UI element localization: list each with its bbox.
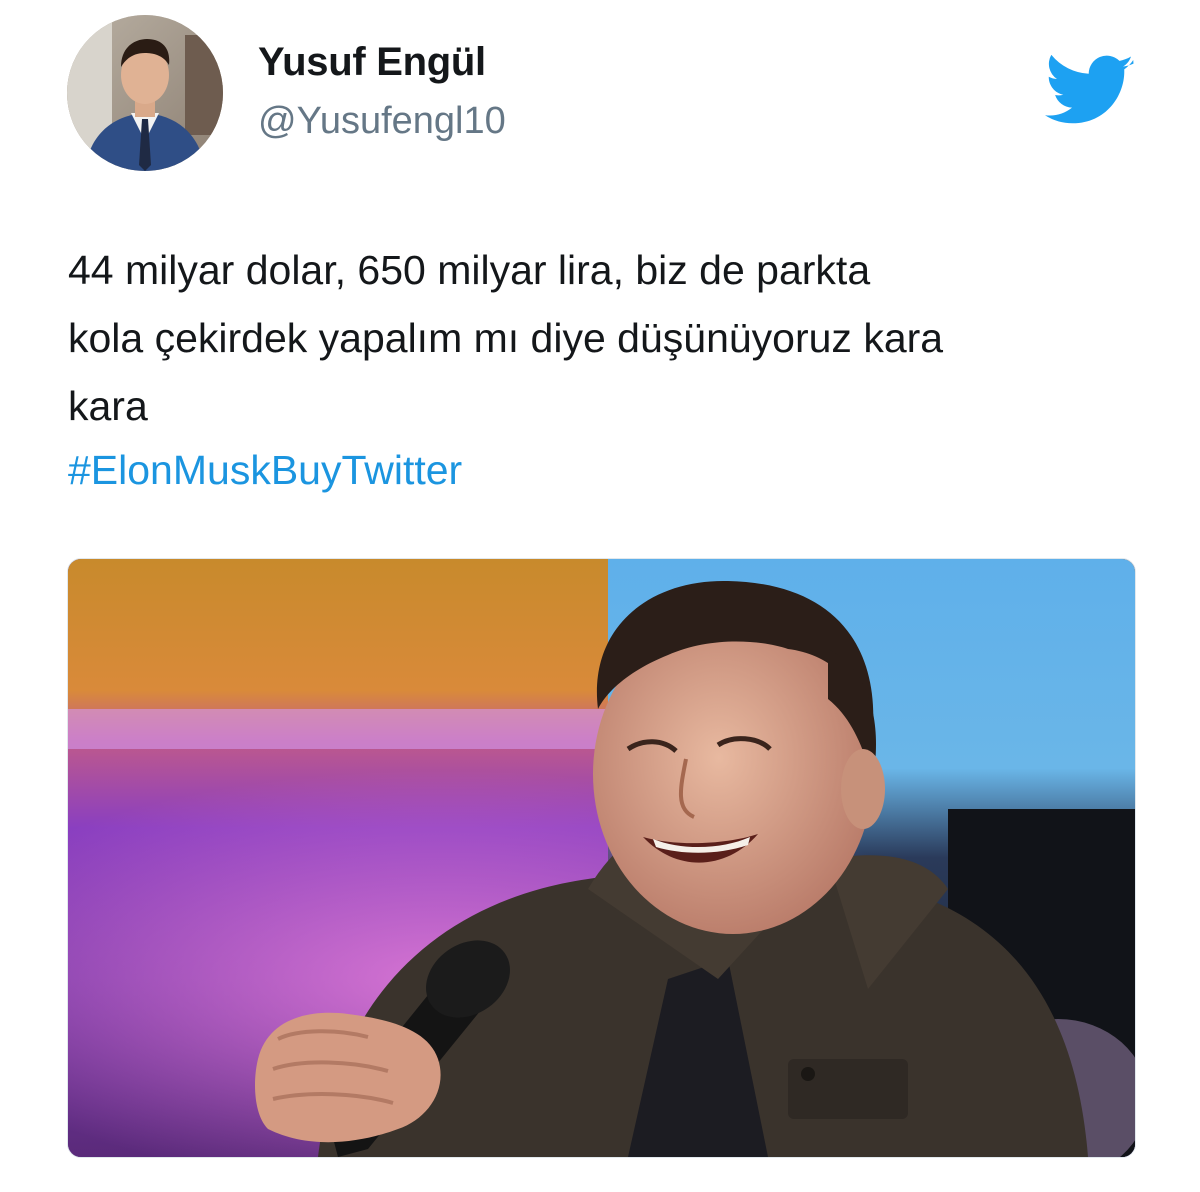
tweet-media-photo[interactable] bbox=[67, 558, 1136, 1158]
tweet-text-line: kara bbox=[68, 383, 148, 429]
tweet-card: Yusuf Engül @Yusufengl10 44 milyar dolar… bbox=[0, 0, 1200, 1192]
man-with-microphone-photo bbox=[68, 559, 1135, 1157]
tweet-text: 44 milyar dolar, 650 milyar lira, biz de… bbox=[68, 236, 1158, 440]
twitter-bird-icon[interactable] bbox=[1045, 54, 1135, 130]
tweet-text-line: kola çekirdek yapalım mı diye düşünüyoru… bbox=[68, 315, 944, 361]
tweet-text-line: 44 milyar dolar, 650 milyar lira, biz de… bbox=[68, 247, 871, 293]
user-handle[interactable]: @Yusufengl10 bbox=[258, 100, 506, 143]
hashtag-link[interactable]: #ElonMuskBuyTwitter bbox=[68, 436, 462, 504]
avatar-image bbox=[67, 15, 223, 171]
avatar[interactable] bbox=[67, 15, 223, 171]
display-name[interactable]: Yusuf Engül bbox=[258, 40, 486, 85]
